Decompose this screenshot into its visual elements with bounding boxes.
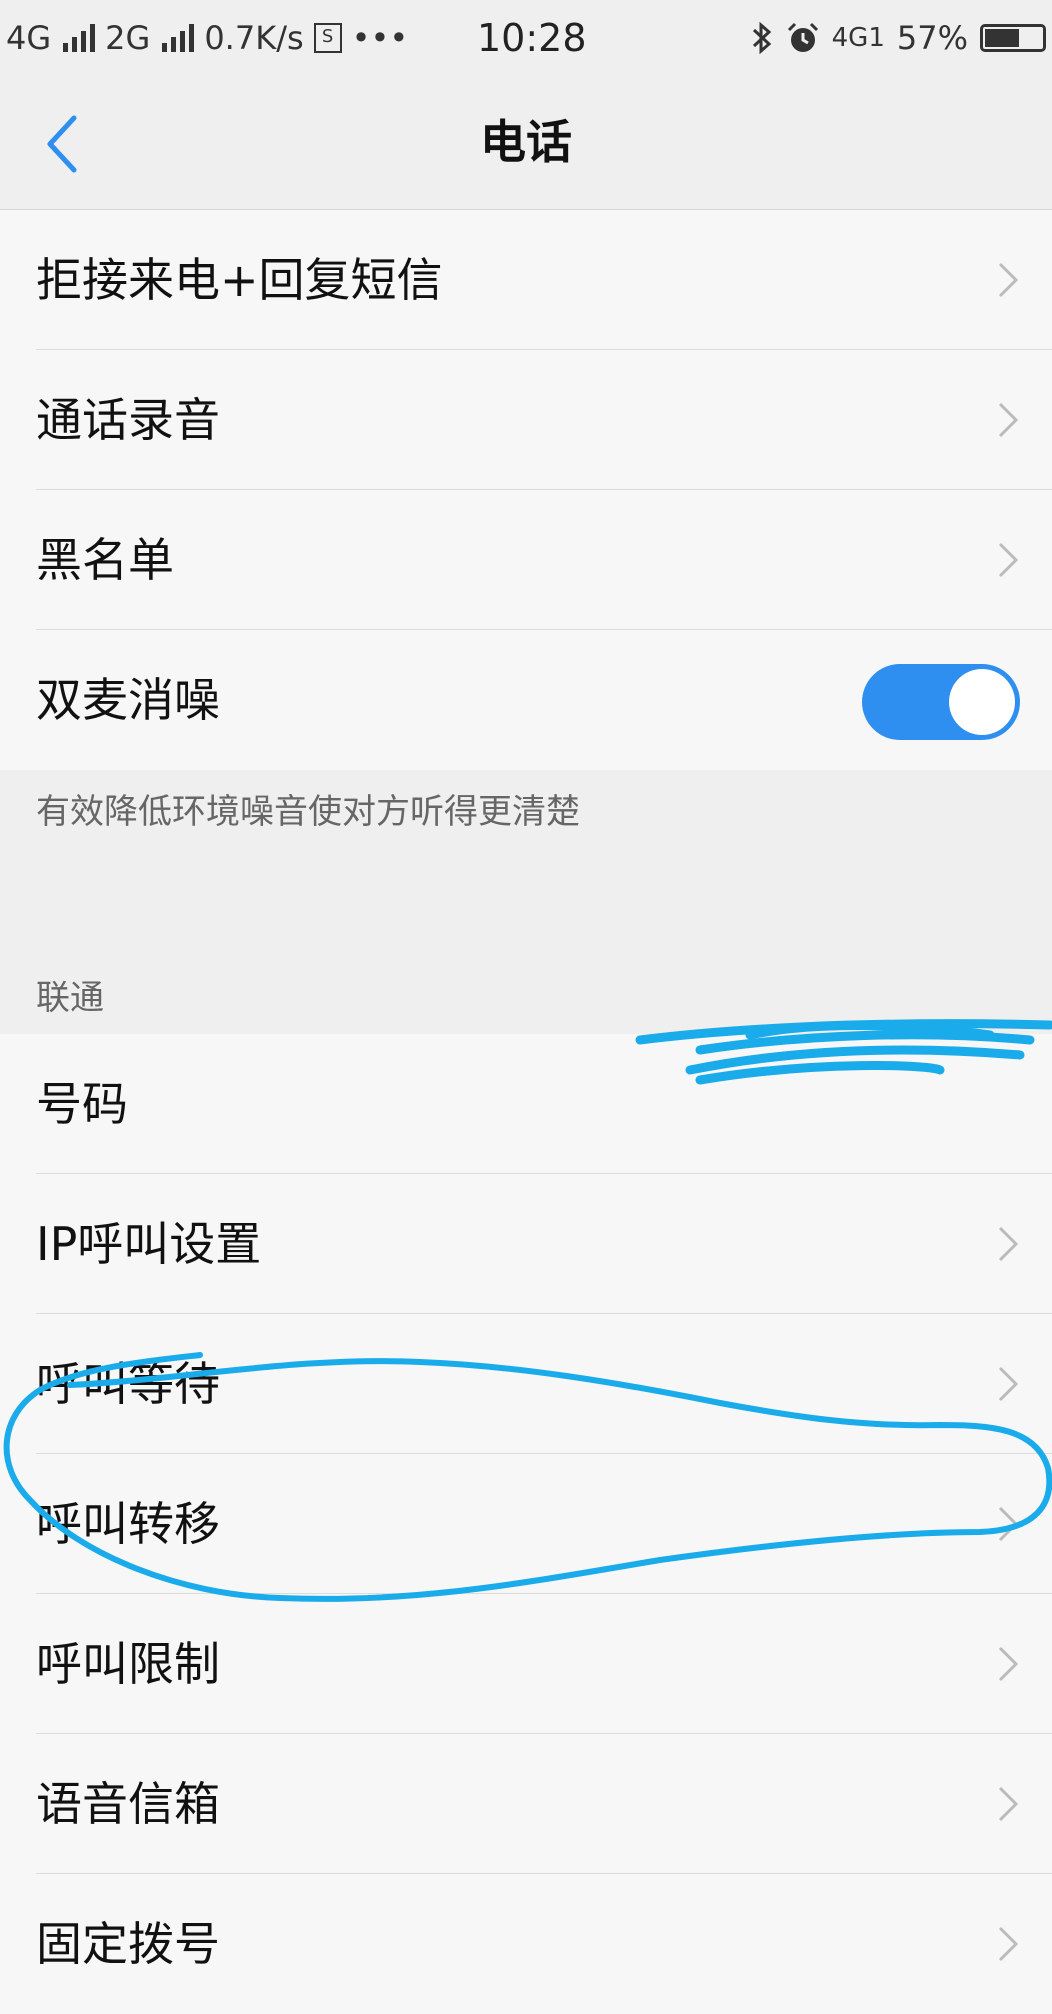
battery-icon bbox=[980, 24, 1046, 52]
chevron-right-icon bbox=[998, 1366, 1019, 1402]
call-forwarding-row[interactable]: 呼叫转移 bbox=[0, 1454, 1052, 1594]
phone-number-row: 号码 bbox=[0, 1034, 1052, 1174]
chevron-right-icon bbox=[998, 402, 1019, 438]
alarm-icon bbox=[787, 22, 818, 52]
network-type-2: 2G bbox=[105, 19, 151, 57]
network-speed: 0.7K/s bbox=[204, 19, 304, 57]
clock: 10:28 bbox=[477, 16, 587, 60]
voicemail-row[interactable]: 语音信箱 bbox=[0, 1734, 1052, 1874]
blacklist-row[interactable]: 黑名单 bbox=[0, 490, 1052, 630]
chevron-right-icon bbox=[998, 1926, 1019, 1962]
reject-call-sms-row[interactable]: 拒接来电+回复短信 bbox=[0, 210, 1052, 350]
network-type-1: 4G bbox=[6, 19, 52, 57]
signal-icon-1 bbox=[63, 24, 96, 52]
dual-mic-description: 有效降低环境噪音使对方听得更清楚 bbox=[0, 770, 1052, 886]
page-title: 电话 bbox=[480, 115, 572, 169]
app-header: 电话 bbox=[0, 76, 1052, 210]
signal-icon-2 bbox=[162, 24, 195, 52]
status-right: 4G1 57% bbox=[750, 18, 1046, 58]
chevron-right-icon bbox=[998, 1646, 1019, 1682]
chevron-right-icon bbox=[998, 542, 1019, 578]
dual-mic-toggle[interactable] bbox=[862, 664, 1020, 740]
chevron-right-icon bbox=[998, 1226, 1019, 1262]
section-header-carrier: 联通 bbox=[0, 946, 1052, 1034]
more-icon: ••• bbox=[351, 19, 409, 57]
chevron-right-icon bbox=[998, 1786, 1019, 1822]
ip-call-settings-row[interactable]: IP呼叫设置 bbox=[0, 1174, 1052, 1314]
status-left: 4G 2G 0.7K/s S ••• bbox=[6, 18, 408, 58]
chevron-right-icon bbox=[998, 262, 1019, 298]
battery-percent: 57% bbox=[896, 19, 968, 57]
status-bar: 4G 2G 0.7K/s S ••• 10:28 4G1 57% bbox=[0, 0, 1052, 76]
toggle-knob bbox=[949, 669, 1015, 735]
section-gap bbox=[0, 886, 1052, 946]
call-waiting-row[interactable]: 呼叫等待 bbox=[0, 1314, 1052, 1454]
settings-list: 拒接来电+回复短信 通话录音 黑名单 双麦消噪 有效降低环境噪音使对方听得更清楚… bbox=[0, 210, 1052, 2014]
dual-mic-row: 双麦消噪 bbox=[0, 630, 1052, 770]
fixed-dialing-row[interactable]: 固定拨号 bbox=[0, 1874, 1052, 2014]
bluetooth-icon bbox=[752, 21, 771, 55]
chevron-right-icon bbox=[998, 1506, 1019, 1542]
sim-icon: S bbox=[313, 23, 342, 53]
call-barring-row[interactable]: 呼叫限制 bbox=[0, 1594, 1052, 1734]
lte-indicator: 4G1 bbox=[831, 23, 885, 53]
call-recording-row[interactable]: 通话录音 bbox=[0, 350, 1052, 490]
